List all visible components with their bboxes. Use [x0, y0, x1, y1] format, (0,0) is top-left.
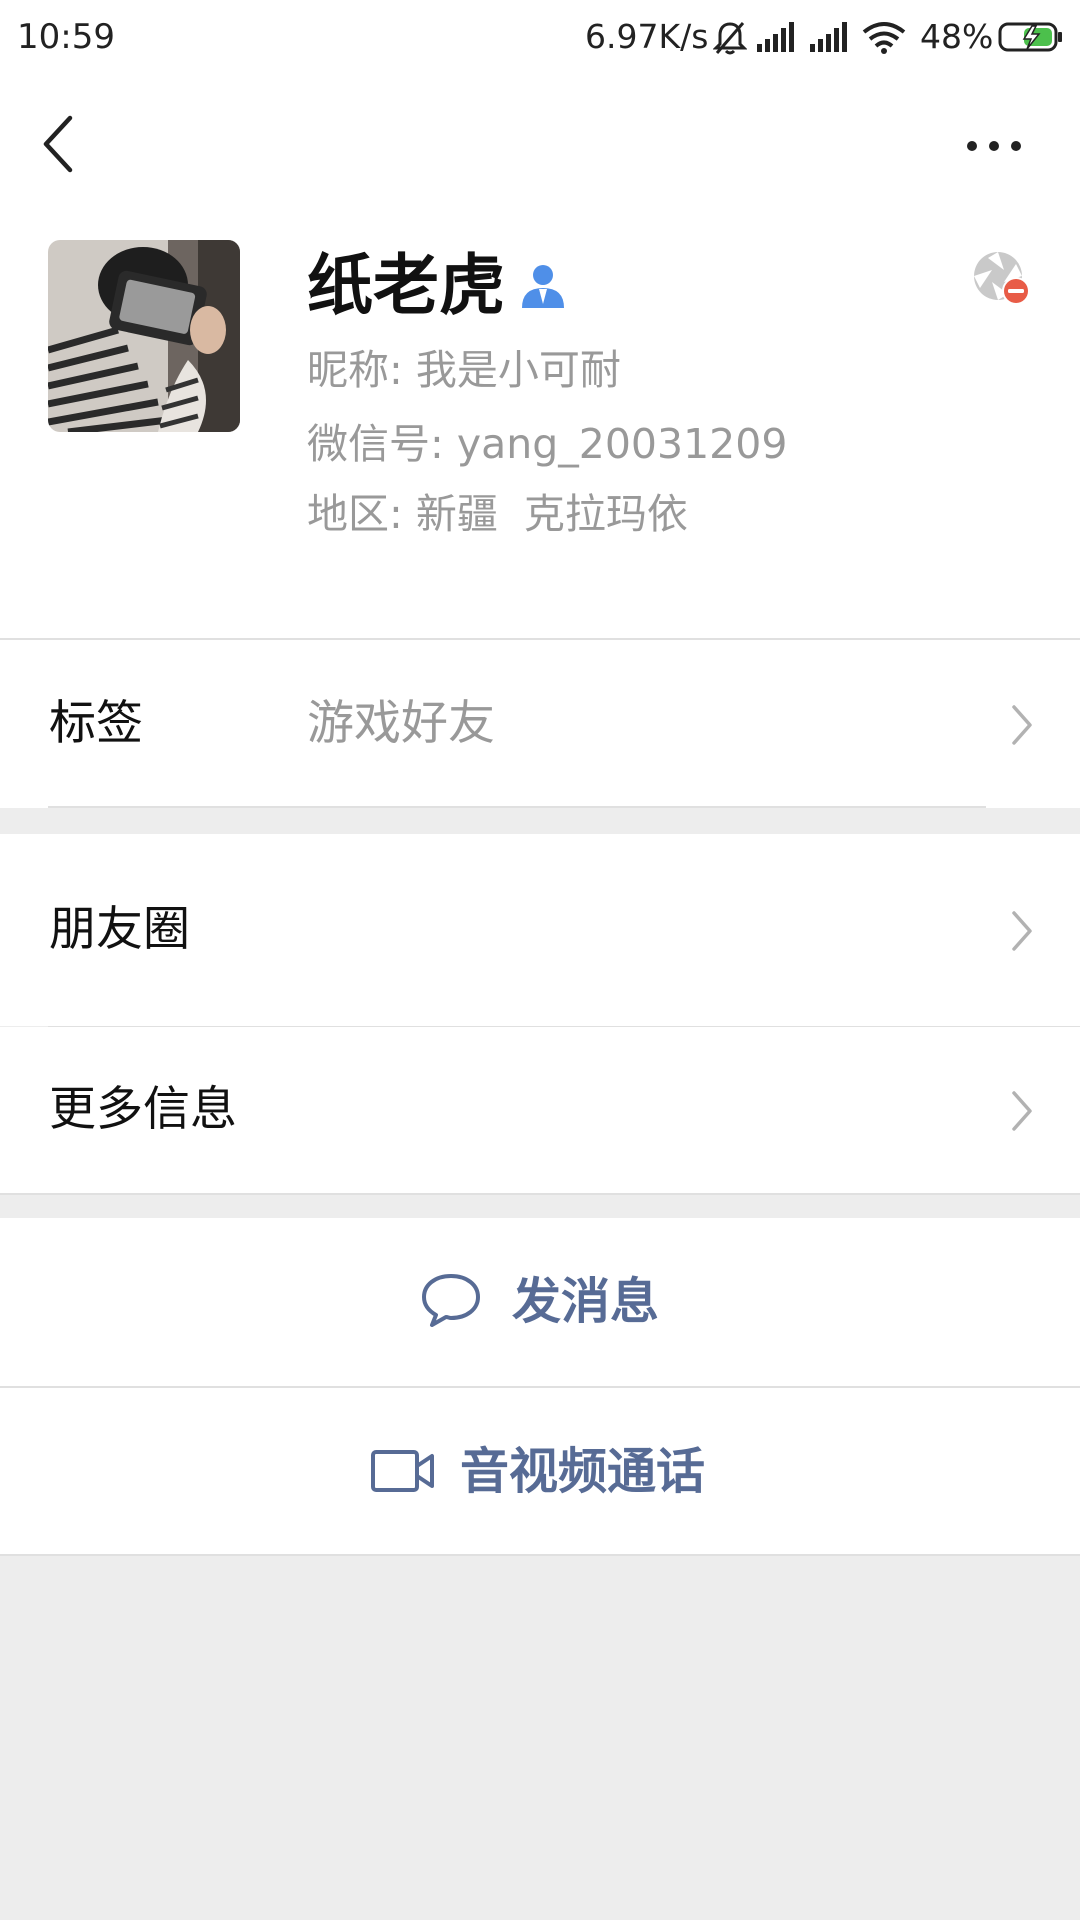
- signal-icon: [810, 22, 847, 52]
- tags-label: 标签: [49, 696, 143, 751]
- avatar[interactable]: [48, 240, 240, 432]
- divider: [0, 1554, 1080, 1556]
- chat-bubble-icon: [422, 1274, 480, 1327]
- divider: [0, 1193, 1080, 1195]
- send-message-label: 发消息: [512, 1273, 660, 1330]
- avatar-image: [48, 240, 240, 432]
- region-line: 地区: 新疆 克拉玛依: [307, 490, 688, 538]
- contact-name: 纸老虎: [307, 247, 505, 324]
- signal-icon: [757, 22, 794, 52]
- nav-header: [0, 74, 1080, 216]
- status-bar: 10:59 6.97K/s 48%: [0, 0, 1080, 74]
- tags-value: 游戏好友: [307, 696, 495, 751]
- nickname-line: 昵称: 我是小可耐: [307, 346, 621, 394]
- status-net-speed: 6.97K/s: [585, 17, 709, 56]
- chevron-right-icon: [1012, 911, 1032, 951]
- more-info-label: 更多信息: [49, 1082, 237, 1137]
- tags-cell[interactable]: [0, 640, 1080, 808]
- more-dots-icon[interactable]: [964, 138, 1024, 154]
- bell-muted-icon: [713, 22, 747, 55]
- back-chevron-icon[interactable]: [38, 114, 78, 174]
- divider: [48, 806, 986, 808]
- chevron-right-icon: [1012, 1091, 1032, 1131]
- status-time: 10:59: [17, 17, 115, 57]
- video-call-label: 音视频通话: [460, 1443, 706, 1500]
- battery-charging-icon: [998, 22, 1062, 52]
- person-icon: [522, 265, 564, 308]
- moments-label: 朋友圈: [49, 902, 190, 957]
- wechat-id-line: 微信号: yang_20031209: [307, 420, 788, 468]
- chevron-right-icon: [1012, 705, 1032, 745]
- battery-percent: 48%: [920, 17, 994, 56]
- video-camera-icon: [371, 1450, 434, 1492]
- wifi-icon: [862, 22, 906, 54]
- shutter-blocked-icon[interactable]: [972, 250, 1032, 308]
